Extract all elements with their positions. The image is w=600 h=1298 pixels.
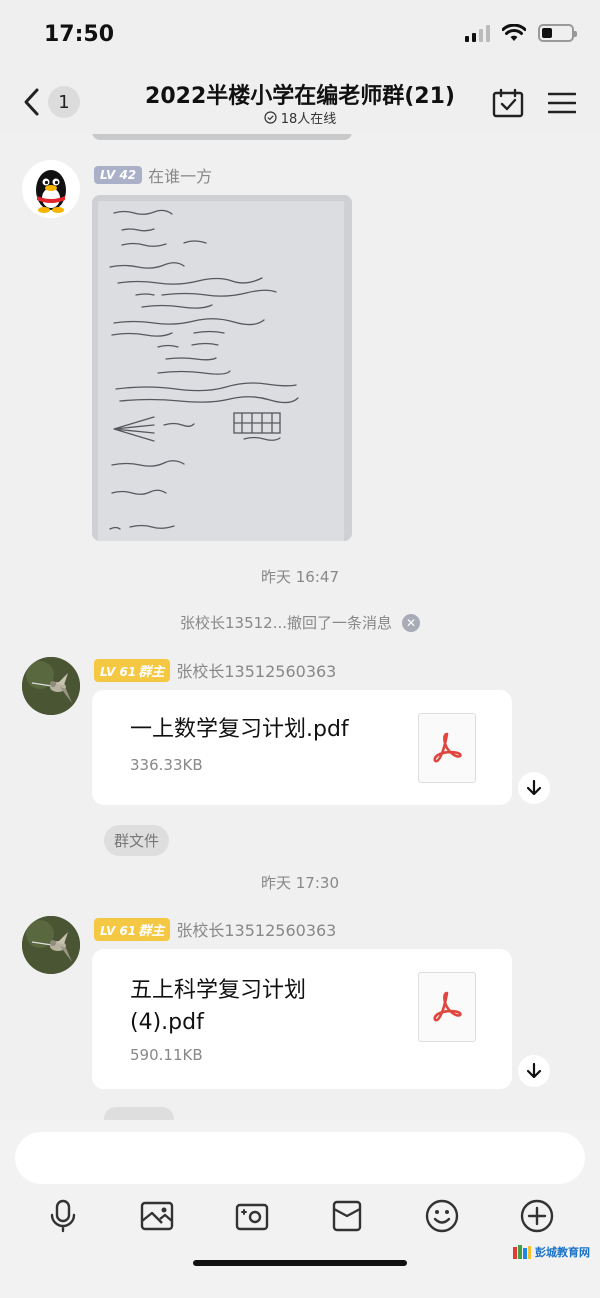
close-icon[interactable]: ✕: [402, 613, 421, 632]
battery-icon: [538, 24, 577, 42]
menu-icon[interactable]: [548, 88, 576, 118]
chevron-left-icon: [24, 88, 39, 116]
watermark-text: 彭城教育网: [535, 1246, 590, 1259]
arrow-down-icon: [526, 1062, 542, 1079]
sender-row: LV 61 群主 张校长13512560363: [94, 917, 336, 941]
image-icon[interactable]: [137, 1196, 177, 1236]
recall-text: 张校长13512...撤回了一条消息: [179, 614, 393, 632]
download-button[interactable]: [518, 1055, 550, 1087]
sender-row: LV 61 群主 张校长13512560363: [94, 658, 336, 682]
wifi-icon: [502, 24, 526, 41]
home-indicator[interactable]: [193, 1260, 407, 1266]
status-bar: 17:50: [0, 0, 600, 72]
level-badge: LV 42: [94, 166, 143, 184]
download-button[interactable]: [518, 772, 550, 804]
back-button[interactable]: 1: [22, 84, 86, 120]
pdf-file-icon: [418, 972, 476, 1042]
avatar-qq-penguin[interactable]: [22, 160, 80, 218]
site-watermark: 彭城教育网: [512, 1244, 590, 1260]
file-message-card[interactable]: 五上科学复习计划 (4).pdf 590.11KB: [92, 949, 512, 1089]
handwritten-note-image: [92, 195, 352, 541]
file-message-card[interactable]: 一上数学复习计划.pdf 336.33KB: [92, 690, 512, 805]
cellular-signal-icon: [465, 24, 490, 42]
unread-count-badge: 1: [48, 86, 80, 118]
hummingbird-icon: [22, 657, 80, 715]
nav-bar: 1 2022半楼小学在编老师群(21) 18人在线: [0, 72, 600, 134]
online-check-icon: [264, 111, 277, 124]
sender-name[interactable]: 张校长13512560363: [176, 658, 336, 682]
red-packet-icon[interactable]: [327, 1196, 367, 1236]
group-file-tag[interactable]: 群文件: [104, 825, 170, 856]
online-status: 18人在线: [160, 108, 440, 127]
online-count-label: 18人在线: [280, 112, 337, 127]
pdf-file-icon: [418, 713, 476, 783]
owner-badge: 群主: [138, 664, 165, 680]
timestamp: 昨天 16:47: [261, 568, 339, 586]
input-area: [0, 1120, 600, 1298]
file-name: 一上数学复习计划.pdf: [130, 717, 349, 742]
emoji-icon[interactable]: [422, 1196, 462, 1236]
file-size: 336.33KB: [130, 756, 203, 774]
pdf-icon: [433, 991, 462, 1022]
owner-badge: 群主: [138, 923, 165, 939]
photo-message[interactable]: [92, 195, 352, 541]
pdf-icon: [433, 732, 462, 763]
chat-message-list[interactable]: LV 42 在谁一方 昨天 16:47 张校长13512...撤回了一条消息 ✕…: [0, 134, 600, 1120]
level-badge: LV 61 群主: [94, 658, 171, 682]
file-size: 590.11KB: [130, 1046, 203, 1064]
file-name-line-2: (4).pdf: [130, 1010, 204, 1035]
group-file-tag-partial[interactable]: [104, 1107, 174, 1120]
avatar-hummingbird[interactable]: [22, 916, 80, 974]
sender-name[interactable]: 在谁一方: [148, 163, 212, 187]
arrow-down-icon: [526, 779, 542, 796]
penguin-icon: [36, 170, 66, 213]
camera-icon[interactable]: [232, 1196, 272, 1236]
previous-message-remnant: [92, 134, 352, 140]
books-logo-icon: [513, 1245, 531, 1259]
status-time: 17:50: [44, 22, 115, 47]
group-title[interactable]: 2022半楼小学在编老师群(21): [110, 78, 490, 110]
avatar-hummingbird[interactable]: [22, 657, 80, 715]
timestamp: 昨天 17:30: [261, 874, 339, 892]
plus-icon[interactable]: [517, 1196, 557, 1236]
status-icons: [465, 24, 577, 42]
sender-row: LV 42 在谁一方: [94, 163, 212, 187]
message-input[interactable]: [15, 1132, 585, 1184]
recall-notice: 张校长13512...撤回了一条消息 ✕: [0, 612, 600, 633]
level-badge: LV 61 群主: [94, 917, 171, 941]
calendar-check-icon[interactable]: [492, 88, 524, 118]
file-name-line-1: 五上科学复习计划: [130, 978, 307, 1003]
hummingbird-icon: [22, 916, 80, 974]
microphone-icon[interactable]: [43, 1196, 83, 1236]
sender-name[interactable]: 张校长13512560363: [176, 917, 336, 941]
